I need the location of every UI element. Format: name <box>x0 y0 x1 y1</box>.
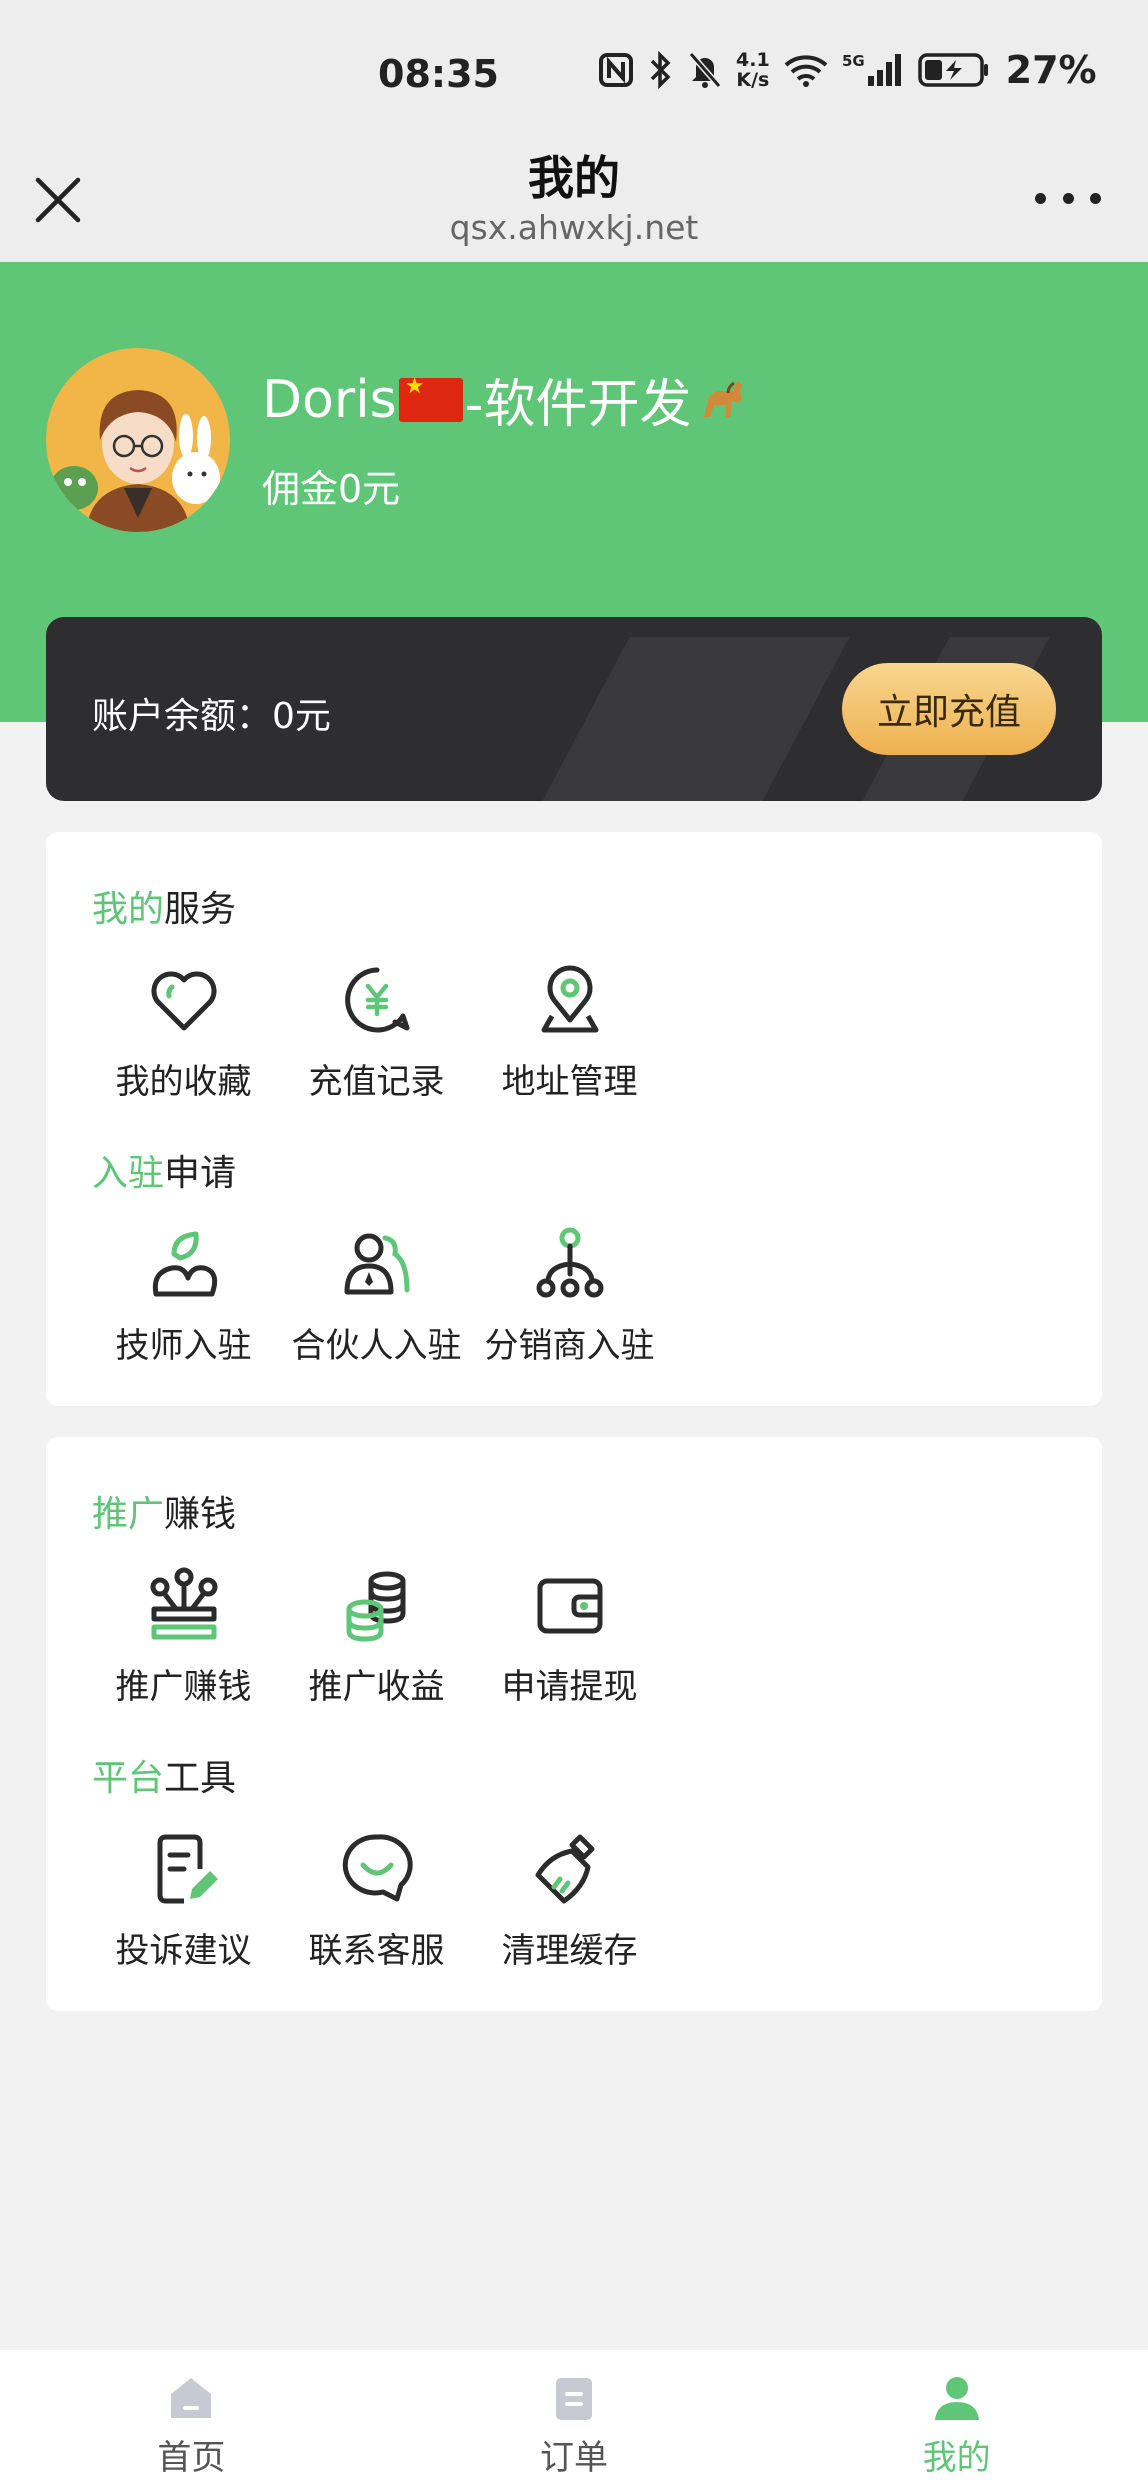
status-time: 08:35 <box>378 52 499 96</box>
network-speed-unit: K/s <box>736 69 770 91</box>
menu-item-clear-cache[interactable]: 清理缓存 <box>473 1829 666 1972</box>
profile-name-suffix: -软件开发 <box>464 375 692 435</box>
menu-item-label: 分销商入驻 <box>484 1326 655 1366</box>
wifi-icon <box>784 55 828 87</box>
section-title-join: 入驻申请 <box>92 1153 237 1194</box>
menu-item-label: 联系客服 <box>308 1931 445 1971</box>
section-title-my-services: 我的服务 <box>92 889 237 930</box>
menu-item-technician[interactable]: 技师入驻 <box>87 1224 280 1367</box>
menu-item-label: 清理缓存 <box>501 1931 638 1971</box>
profile-name: Doris -软件开发 <box>262 362 748 437</box>
more-icon[interactable] <box>1035 188 1101 208</box>
menu-item-recharge-records[interactable]: 充值记录 <box>280 960 473 1103</box>
tab-label: 我的 <box>922 2438 991 2478</box>
distributor-icon <box>536 1227 603 1298</box>
menu-item-partner[interactable]: 合伙人入驻 <box>280 1224 473 1367</box>
tab-mine[interactable]: 我的 <box>765 2350 1148 2492</box>
horse-icon <box>703 380 742 417</box>
yuan-bubble-icon <box>344 967 409 1033</box>
china-flag-icon <box>398 374 463 422</box>
commission-text: 佣金0元 <box>262 467 401 511</box>
heart-icon <box>151 971 216 1031</box>
network-speed-value: 4.1 <box>736 49 770 71</box>
bluetooth-icon <box>650 51 671 89</box>
mute-icon <box>688 52 722 88</box>
status-bar: 08:35 4.1 K/s 5G 27% <box>0 0 1148 150</box>
promote-icon <box>150 1567 217 1640</box>
wallet-icon <box>537 1578 602 1634</box>
my-services-grid: 我的收藏 充值记录 地址管理 <box>46 960 666 1103</box>
5g-signal-icon: 5G <box>842 52 901 86</box>
menu-item-feedback[interactable]: 投诉建议 <box>87 1829 280 1972</box>
tab-label: 订单 <box>540 2438 608 2478</box>
tab-home[interactable]: 首页 <box>0 2350 383 2492</box>
battery-icon <box>917 53 988 87</box>
location-pin-icon <box>541 965 598 1033</box>
partner-icon <box>344 1233 409 1295</box>
recharge-button[interactable]: 立即充值 <box>842 663 1056 755</box>
technician-icon <box>152 1231 217 1297</box>
coins-icon <box>346 1571 405 1642</box>
card-decoration <box>542 637 850 801</box>
tools-grid: 投诉建议 联系客服 清理缓存 <box>46 1829 666 1972</box>
menu-item-label: 我的收藏 <box>115 1062 252 1102</box>
user-icon <box>934 2377 979 2420</box>
menu-item-address[interactable]: 地址管理 <box>473 960 666 1103</box>
menu-item-promote-income[interactable]: 推广收益 <box>280 1565 473 1708</box>
menu-item-label: 技师入驻 <box>115 1326 252 1366</box>
section-title-promote: 推广赚钱 <box>92 1494 237 1535</box>
status-icons: 4.1 K/s 5G 27% <box>598 48 1097 92</box>
avatar[interactable] <box>46 348 230 532</box>
broom-icon <box>535 1834 594 1904</box>
page-url: qsx.ahwxkj.net <box>449 208 699 247</box>
menu-item-label: 充值记录 <box>308 1062 445 1102</box>
section-title-tools: 平台工具 <box>92 1758 237 1799</box>
menu-item-label: 推广收益 <box>308 1667 445 1707</box>
menu-item-favorites[interactable]: 我的收藏 <box>87 960 280 1103</box>
feedback-doc-icon <box>157 1834 218 1904</box>
menu-item-promote-earn[interactable]: 推广赚钱 <box>87 1565 280 1708</box>
menu-item-label: 推广赚钱 <box>115 1667 252 1707</box>
tab-orders[interactable]: 订单 <box>383 2350 766 2492</box>
menu-item-distributor[interactable]: 分销商入驻 <box>473 1224 666 1367</box>
battery-percent: 27% <box>1005 48 1097 92</box>
home-icon <box>171 2378 212 2418</box>
menu-item-withdraw[interactable]: 申请提现 <box>473 1565 666 1708</box>
balance-label: 账户余额：0元 <box>92 696 331 737</box>
join-grid: 技师入驻 合伙人入驻 分销商入驻 <box>46 1224 666 1367</box>
menu-item-label: 投诉建议 <box>115 1931 252 1971</box>
promote-grid: 推广赚钱 推广收益 申请提现 <box>46 1565 666 1708</box>
bottom-tab-bar: 首页 订单 我的 <box>0 2350 1148 2492</box>
tab-label: 首页 <box>157 2438 226 2478</box>
profile-name-prefix: Doris <box>262 369 397 430</box>
order-icon <box>556 2378 592 2420</box>
menu-item-label: 合伙人入驻 <box>291 1326 462 1366</box>
network-speed: 4.1 K/s <box>736 50 770 90</box>
svg-text:5G: 5G <box>842 52 865 70</box>
nfc-icon <box>599 53 633 87</box>
service-chat-icon <box>342 1834 413 1902</box>
menu-item-label: 申请提现 <box>501 1667 638 1707</box>
menu-item-customer-service[interactable]: 联系客服 <box>280 1829 473 1972</box>
avatar-illustration <box>46 348 230 532</box>
header-nav: 我的 qsx.ahwxkj.net <box>0 130 1148 262</box>
menu-item-label: 地址管理 <box>501 1062 638 1102</box>
page-title: 我的 <box>528 151 620 205</box>
promote-panel: 推广赚钱 推广赚钱 推广收益 申请提现 平台工具 投诉建议 联系客服 清理缓存 <box>46 1437 1102 2011</box>
services-panel: 我的服务 我的收藏 充值记录 地址管理 入驻申请 技师入驻 合伙人入驻 分销商入… <box>46 832 1102 1406</box>
balance-card: 账户余额：0元 立即充值 <box>46 617 1102 801</box>
